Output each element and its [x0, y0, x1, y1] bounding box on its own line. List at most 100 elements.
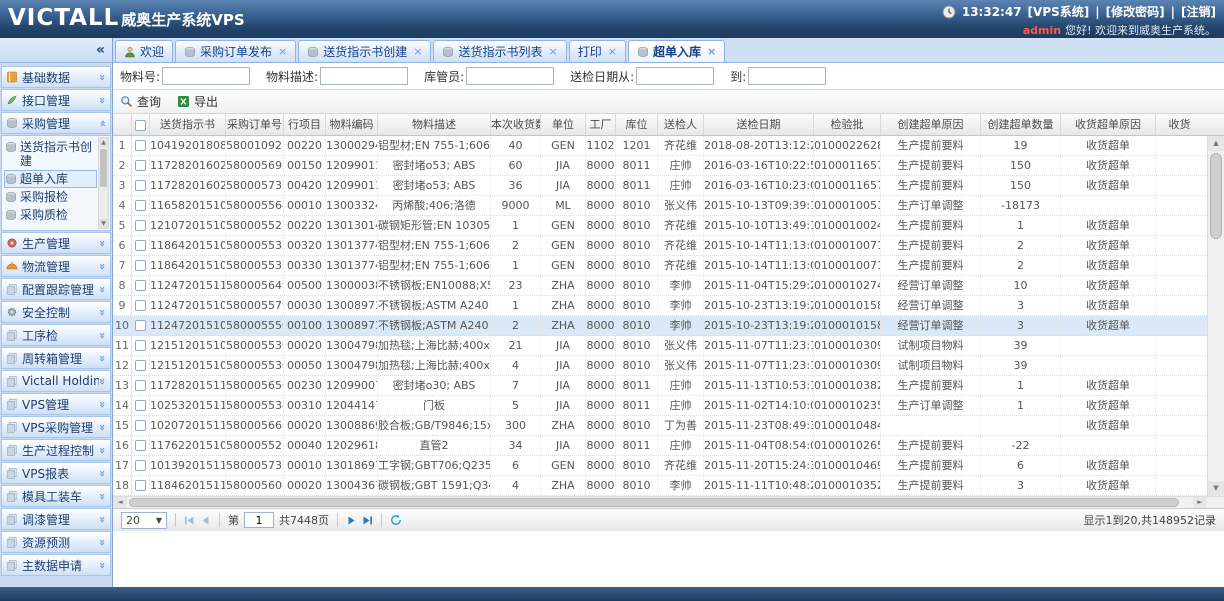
- close-icon[interactable]: ×: [413, 45, 422, 58]
- column-header-11[interactable]: 检验批: [814, 114, 881, 136]
- chevron-down-icon[interactable]: »: [96, 538, 109, 545]
- row-checkbox[interactable]: [135, 200, 146, 211]
- table-row[interactable]: 21172820160226058000569520015012099011密封…: [113, 156, 1207, 176]
- scroll-left-icon[interactable]: ◄: [113, 497, 127, 508]
- sidebar-group-16[interactable]: 资源预测»: [1, 531, 111, 553]
- column-header-13[interactable]: 创建超单数量: [981, 114, 1061, 136]
- select-all-checkbox[interactable]: [135, 120, 146, 131]
- row-checkbox[interactable]: [135, 260, 146, 271]
- chevron-down-icon[interactable]: »: [96, 96, 109, 103]
- table-row[interactable]: 81124720151104058000564910050013000038不锈…: [113, 276, 1207, 296]
- table-row[interactable]: 51210720151010058000552790022013013014碳钢…: [113, 216, 1207, 236]
- column-header-10[interactable]: 送检日期: [704, 114, 814, 136]
- horizontal-scroll-thumb[interactable]: [129, 498, 1179, 507]
- sidebar-group-6[interactable]: 安全控制»: [1, 301, 111, 323]
- sidebar-group-0[interactable]: 基础数据»: [1, 66, 111, 88]
- column-header-7[interactable]: 工厂: [586, 114, 616, 136]
- tab-2[interactable]: 送货指示书创建×: [298, 40, 431, 62]
- close-icon[interactable]: ×: [278, 45, 287, 58]
- submenu-scrollbar[interactable]: ▲▼: [98, 137, 109, 229]
- table-row[interactable]: 111215120151026058000553020002013004798加…: [113, 336, 1207, 356]
- sidebar-group-8[interactable]: 周转箱管理»: [1, 347, 111, 369]
- vps-system-link[interactable]: [VPS系统]: [1028, 3, 1090, 20]
- table-row[interactable]: 141025320151101158000553420031012044147门…: [113, 396, 1207, 416]
- sidebar-group-10[interactable]: VPS管理»: [1, 393, 111, 415]
- table-row[interactable]: 61186420151014058000553270032013013774铝型…: [113, 236, 1207, 256]
- column-header-12[interactable]: 创建超单原因: [881, 114, 981, 136]
- sidebar-item-1[interactable]: 超单入库: [4, 170, 97, 188]
- change-password-link[interactable]: [修改密码]: [1106, 3, 1165, 20]
- refresh-button[interactable]: [390, 514, 402, 526]
- tab-0[interactable]: 欢迎: [115, 40, 173, 62]
- scroll-down-icon[interactable]: ▼: [99, 219, 108, 228]
- row-checkbox[interactable]: [135, 420, 146, 431]
- page-number-input[interactable]: [244, 512, 274, 528]
- column-header-1[interactable]: 采购订单号: [226, 114, 284, 136]
- table-row[interactable]: 151020720151110058000566820002013008869胶…: [113, 416, 1207, 436]
- filter-input-0[interactable]: [162, 67, 250, 85]
- first-page-button[interactable]: [184, 515, 195, 526]
- logout-link[interactable]: [注销]: [1181, 3, 1216, 20]
- sidebar-group-9[interactable]: Victall Holding»: [1, 370, 111, 392]
- search-button[interactable]: 查询: [120, 93, 161, 110]
- row-checkbox[interactable]: [135, 160, 146, 171]
- table-row[interactable]: 121215120151026058000553020005013004798加…: [113, 356, 1207, 376]
- export-button[interactable]: 导出: [177, 93, 218, 110]
- sidebar-group-7[interactable]: 工序检»: [1, 324, 111, 346]
- filter-input-3[interactable]: [636, 67, 714, 85]
- row-checkbox[interactable]: [135, 320, 146, 331]
- row-checkbox[interactable]: [135, 360, 146, 371]
- row-checkbox[interactable]: [135, 480, 146, 491]
- column-header-5[interactable]: 本次收货数: [491, 114, 541, 136]
- table-row[interactable]: 41165820151012058000556410001013003324丙烯…: [113, 196, 1207, 216]
- column-header-14[interactable]: 收货超单原因: [1061, 114, 1156, 136]
- sidebar-group-14[interactable]: 模具工装车»: [1, 485, 111, 507]
- filter-input-4[interactable]: [748, 67, 826, 85]
- table-row[interactable]: 171013920151120058000573230001013018697工…: [113, 456, 1207, 476]
- scroll-up-icon[interactable]: ▲: [99, 138, 108, 147]
- column-header-3[interactable]: 物料编码: [326, 114, 378, 136]
- sidebar-group-4[interactable]: 物流管理»: [1, 255, 111, 277]
- chevron-down-icon[interactable]: »: [96, 446, 109, 453]
- filter-input-2[interactable]: [466, 67, 554, 85]
- previous-page-button[interactable]: [200, 515, 211, 526]
- sidebar-group-3[interactable]: 生产管理»: [1, 232, 111, 254]
- row-checkbox[interactable]: [135, 440, 146, 451]
- close-icon[interactable]: ×: [549, 45, 558, 58]
- row-checkbox[interactable]: [135, 280, 146, 291]
- column-header-15[interactable]: 收货: [1156, 114, 1203, 136]
- row-checkbox[interactable]: [135, 380, 146, 391]
- column-header-0[interactable]: 送货指示书: [150, 114, 226, 136]
- tab-5[interactable]: 超单入库×: [628, 40, 725, 62]
- scroll-up-icon[interactable]: ▲: [1208, 136, 1224, 151]
- table-row[interactable]: 91124720151022058000557930003013008973不锈…: [113, 296, 1207, 316]
- row-checkbox[interactable]: [135, 220, 146, 231]
- sidebar-group-15[interactable]: 调漆管理»: [1, 508, 111, 530]
- sidebar-group-2[interactable]: 采购管理»: [1, 112, 111, 134]
- scroll-right-icon[interactable]: ►: [1193, 497, 1207, 508]
- sidebar-group-1[interactable]: 接口管理»: [1, 89, 111, 111]
- sidebar-group-11[interactable]: VPS采购管理»: [1, 416, 111, 438]
- chevron-down-icon[interactable]: »: [96, 515, 109, 522]
- row-checkbox[interactable]: [135, 240, 146, 251]
- table-row[interactable]: 181184620151111058000560670002013004367碳…: [113, 476, 1207, 496]
- column-header-4[interactable]: 物料描述: [378, 114, 491, 136]
- chevron-down-icon[interactable]: »: [96, 73, 109, 80]
- table-row[interactable]: 101124720151022058000555020010013008973不…: [113, 316, 1207, 336]
- chevron-down-icon[interactable]: »: [96, 331, 109, 338]
- chevron-down-icon[interactable]: »: [96, 308, 109, 315]
- row-checkbox[interactable]: [135, 300, 146, 311]
- page-size-select[interactable]: 20 ▼: [121, 512, 167, 529]
- tab-4[interactable]: 打印×: [569, 40, 626, 62]
- table-row[interactable]: 131172820151113058000565610023012099007密…: [113, 376, 1207, 396]
- sidebar-group-12[interactable]: 生产过程控制»: [1, 439, 111, 461]
- column-header-2[interactable]: 行项目: [284, 114, 326, 136]
- sidebar-group-13[interactable]: VPS报表»: [1, 462, 111, 484]
- last-page-button[interactable]: [362, 515, 373, 526]
- sidebar-item-2[interactable]: 采购报检: [4, 188, 97, 206]
- table-row[interactable]: 11041920180820058001092190022013000294铝型…: [113, 136, 1207, 156]
- sidebar-collapse-button[interactable]: «: [96, 43, 105, 57]
- row-checkbox[interactable]: [135, 180, 146, 191]
- sidebar-item-3[interactable]: 采购质检: [4, 206, 97, 224]
- close-icon[interactable]: ×: [608, 45, 617, 58]
